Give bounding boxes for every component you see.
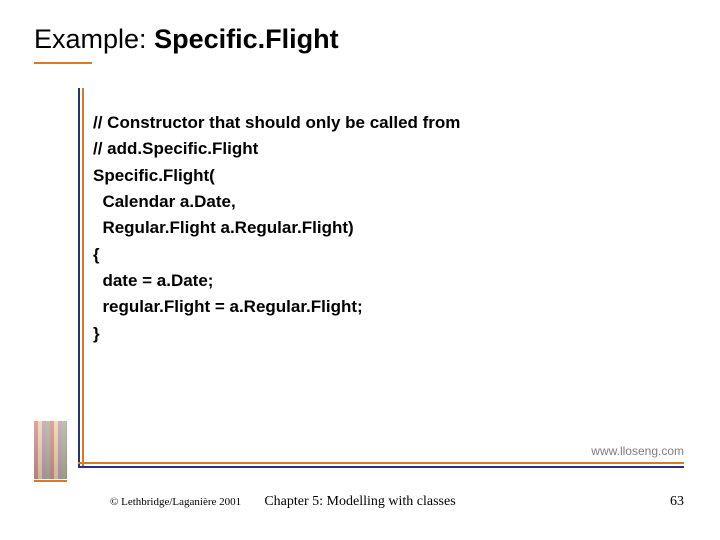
code-line: date = a.Date; [93,271,213,290]
vertical-rule-orange [82,88,84,466]
slide-title: Example: Specific.Flight [34,24,339,55]
footer-url: www.lloseng.com [591,444,684,458]
vertical-rule-blue [78,88,80,466]
horizontal-rule-orange [78,462,684,464]
code-line: regular.Flight = a.Regular.Flight; [93,297,363,316]
footer-chapter: Chapter 5: Modelling with classes [0,494,720,510]
code-line: // add.Specific.Flight [93,139,258,158]
code-line: Calendar a.Date, [93,192,236,211]
code-line: Specific.Flight( [93,166,215,185]
code-line: // Constructor that should only be calle… [93,113,460,132]
title-bold: Specific.Flight [154,24,339,54]
code-line: } [93,324,100,343]
title-plain: Example: [34,24,154,54]
slide: Example: Specific.Flight // Constructor … [0,0,720,540]
footer-page-number: 63 [670,494,684,510]
code-block: // Constructor that should only be calle… [93,110,460,347]
code-line: Regular.Flight a.Regular.Flight) [93,218,354,237]
horizontal-rule-blue [78,466,684,468]
decorative-underline [34,480,67,482]
title-underline [34,62,92,64]
code-line: { [93,245,100,264]
decorative-texture [34,421,67,479]
